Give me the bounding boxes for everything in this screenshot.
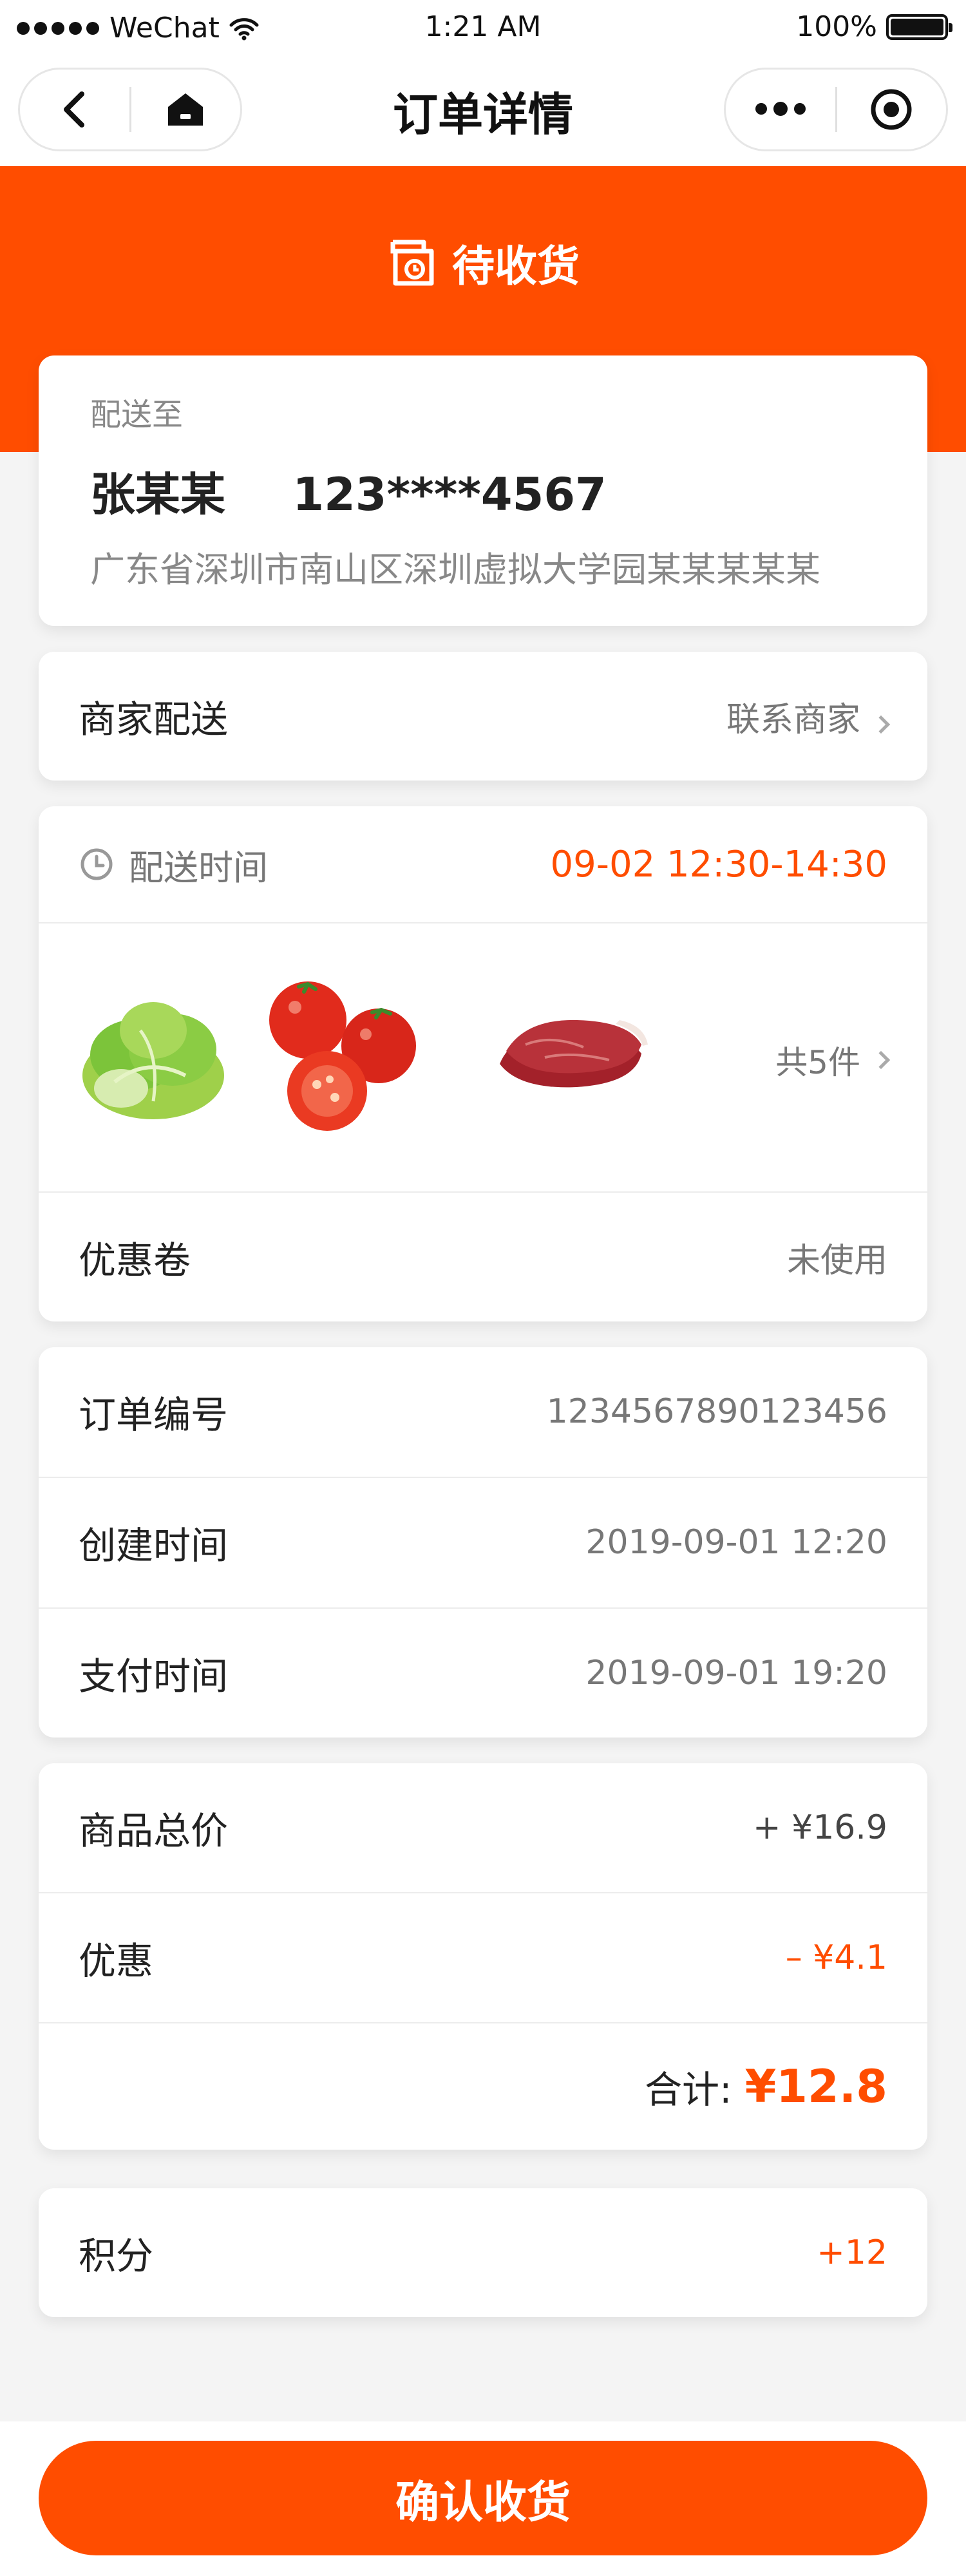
- coupon-row[interactable]: 优惠卷 未使用: [39, 1193, 927, 1321]
- item-count[interactable]: 共5件: [775, 1037, 891, 1083]
- order-number-row: 订单编号 1234567890123456: [39, 1347, 927, 1476]
- status-bar: WeChat 1:21 AM 100%: [0, 0, 966, 57]
- delivery-card: 配送时间 09-02 12:30-14:30 共5件 优惠卷 未使用: [39, 806, 927, 1321]
- grand-total-label: 合计:: [645, 2068, 732, 2112]
- navigation-bar: 订单详情: [0, 57, 966, 166]
- recipient-name: 张某某: [90, 468, 225, 521]
- target-circle-icon: [871, 89, 912, 130]
- created-time-value: 2019-09-01 12:20: [585, 1523, 887, 1562]
- clock-icon: [80, 848, 113, 880]
- recipient-phone: 123****4567: [292, 468, 607, 521]
- coupon-label: 优惠卷: [79, 1238, 191, 1282]
- discount-value: – ¥4.1: [785, 1938, 887, 1977]
- goods-total-value: + ¥16.9: [753, 1808, 887, 1847]
- delivery-status-icon: [390, 240, 434, 286]
- delivery-time-value: 09-02 12:30-14:30: [550, 843, 888, 886]
- discount-label: 优惠: [79, 1939, 154, 1983]
- lettuce-image: [82, 1002, 224, 1119]
- order-status: 待收货: [0, 232, 966, 294]
- close-button[interactable]: [837, 70, 947, 149]
- more-dots-icon: [755, 102, 806, 116]
- chevron-right-icon: [871, 1050, 891, 1070]
- grand-total-value: ¥12.8: [744, 2060, 887, 2113]
- battery-icon: [886, 14, 952, 40]
- paid-time-label: 支付时间: [79, 1654, 229, 1698]
- merchant-card: 商家配送 联系商家: [39, 652, 927, 781]
- merchant-label: 商家配送: [79, 697, 229, 741]
- nav-right-capsule: [724, 68, 948, 151]
- paid-time-value: 2019-09-01 19:20: [585, 1654, 887, 1692]
- order-status-label: 待收货: [452, 242, 580, 291]
- goods-total-label: 商品总价: [79, 1809, 229, 1853]
- paid-time-row: 支付时间 2019-09-01 19:20: [39, 1609, 927, 1738]
- delivery-time-row: 配送时间 09-02 12:30-14:30: [39, 806, 927, 922]
- goods-total-row: 商品总价 + ¥16.9: [39, 1763, 927, 1892]
- points-row: 积分 +12: [39, 2188, 927, 2317]
- created-time-row: 创建时间 2019-09-01 12:20: [39, 1478, 927, 1607]
- battery-percent: 100%: [796, 10, 877, 43]
- coupon-value: 未使用: [786, 1241, 887, 1280]
- points-card: 积分 +12: [39, 2188, 927, 2317]
- address-heading: 配送至: [90, 397, 184, 433]
- order-number-value: 1234567890123456: [546, 1392, 887, 1431]
- grand-total-row: 合计: ¥12.8: [39, 2023, 927, 2150]
- delivery-time-label: 配送时间: [129, 847, 268, 888]
- price-card: 商品总价 + ¥16.9 优惠 – ¥4.1 合计: ¥12.8: [39, 1763, 927, 2150]
- points-label: 积分: [79, 2234, 154, 2278]
- points-value: +12: [817, 2233, 887, 2272]
- tomatoes-image: [269, 981, 416, 1131]
- more-button[interactable]: [726, 70, 835, 149]
- delivery-time-label-group: 配送时间: [79, 839, 268, 890]
- recipient-line: 张某某 123****4567: [90, 459, 607, 524]
- battery-status: 100%: [796, 10, 952, 43]
- address-card[interactable]: 配送至 张某某 123****4567 广东省深圳市南山区深圳虚拟大学园某某某某…: [39, 355, 927, 626]
- chevron-right-icon: [871, 715, 891, 734]
- created-time-label: 创建时间: [79, 1524, 229, 1567]
- product-list-row[interactable]: 共5件: [39, 923, 927, 1190]
- confirm-receipt-button[interactable]: 确认收货: [39, 2441, 927, 2555]
- beef-steak-image: [500, 1019, 648, 1088]
- order-info-card: 订单编号 1234567890123456 创建时间 2019-09-01 12…: [39, 1347, 927, 1738]
- address-detail: 广东省深圳市南山区深圳虚拟大学园某某某某某: [90, 549, 820, 590]
- merchant-row: 商家配送 联系商家: [39, 652, 927, 781]
- order-number-label: 订单编号: [79, 1393, 229, 1437]
- contact-merchant-link[interactable]: 联系商家: [726, 692, 891, 741]
- discount-row: 优惠 – ¥4.1: [39, 1893, 927, 2022]
